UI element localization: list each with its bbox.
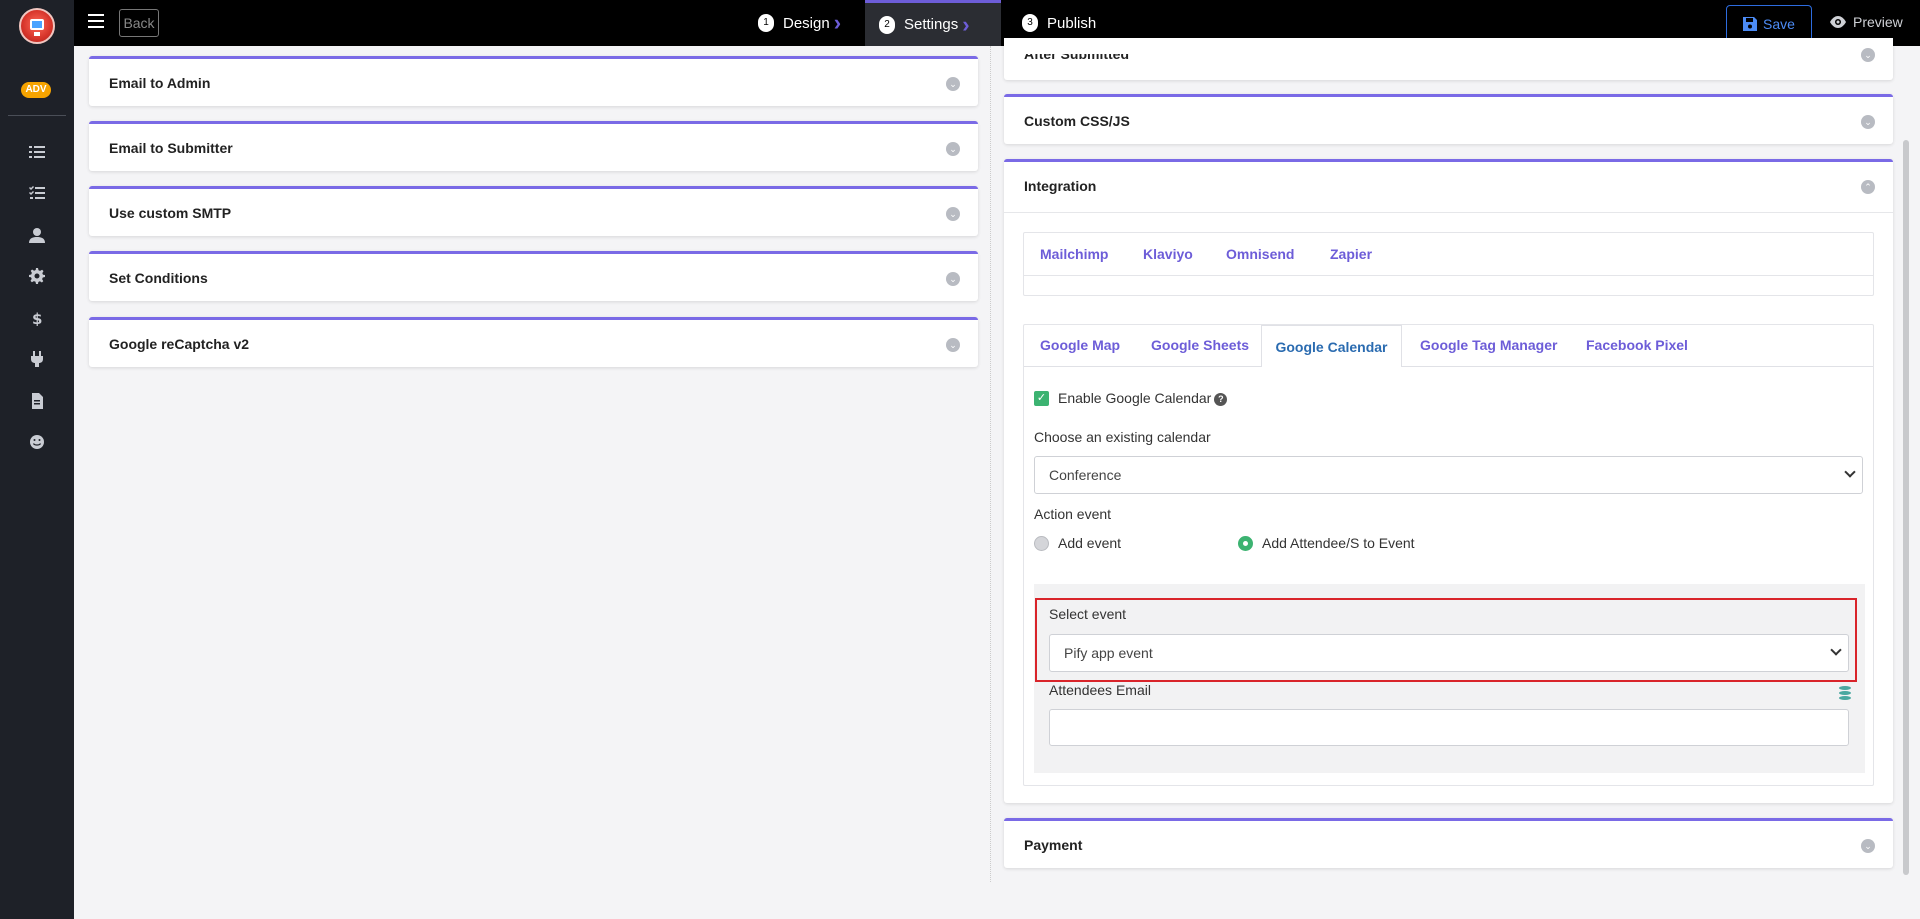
checklist-icon[interactable] bbox=[28, 184, 46, 202]
panel-payment[interactable]: Payment ⌄ bbox=[1004, 818, 1893, 868]
panel-title: Set Conditions bbox=[109, 270, 208, 286]
chevron-down-icon bbox=[1830, 644, 1842, 656]
tab-facebook-pixel[interactable]: Facebook Pixel bbox=[1586, 337, 1688, 353]
panel-title: Integration bbox=[1024, 178, 1097, 194]
panel-after-submitted[interactable]: After Submitted ⌄ bbox=[1004, 38, 1893, 80]
app-logo[interactable] bbox=[19, 8, 55, 44]
chevron-down-icon bbox=[1844, 466, 1856, 478]
attendees-email-label: Attendees Email bbox=[1049, 682, 1151, 698]
chevron-right-icon: › bbox=[833, 10, 842, 35]
step-number: 3 bbox=[1022, 14, 1038, 32]
dollar-icon[interactable]: $ bbox=[28, 309, 46, 327]
calendar-select[interactable]: Conference bbox=[1034, 456, 1863, 494]
step-design[interactable]: 1 Design › bbox=[758, 0, 878, 46]
panel-title: Email to Admin bbox=[109, 75, 211, 91]
svg-text:$: $ bbox=[32, 310, 42, 326]
tab-google-sheets[interactable]: Google Sheets bbox=[1151, 337, 1249, 353]
panel-title: Google reCaptcha v2 bbox=[109, 336, 250, 352]
gear-icon[interactable] bbox=[28, 267, 46, 285]
step-number: 1 bbox=[758, 14, 774, 32]
chevron-down-icon[interactable]: ⌄ bbox=[946, 338, 960, 352]
preview-button[interactable]: Preview bbox=[1829, 12, 1903, 32]
step-label: Design bbox=[783, 14, 830, 32]
panel-email-to-admin[interactable]: Email to Admin ⌄ bbox=[89, 56, 978, 106]
database-icon[interactable] bbox=[1839, 686, 1851, 702]
left-scroll-track bbox=[990, 46, 994, 882]
sidebar: ADV $ bbox=[0, 0, 74, 919]
step-label: Settings bbox=[904, 16, 959, 33]
tab-klaviyo[interactable]: Klaviyo bbox=[1143, 246, 1193, 262]
panel-title: Email to Submitter bbox=[109, 140, 233, 156]
user-icon[interactable] bbox=[28, 226, 46, 244]
panel-set-conditions[interactable]: Set Conditions ⌄ bbox=[89, 251, 978, 301]
panel-google-recaptcha[interactable]: Google reCaptcha v2 ⌄ bbox=[89, 317, 978, 367]
chevron-down-icon[interactable]: ⌄ bbox=[946, 272, 960, 286]
preview-label: Preview bbox=[1853, 14, 1903, 30]
chevron-down-icon[interactable]: ⌄ bbox=[946, 77, 960, 91]
chevron-right-icon: › bbox=[962, 11, 970, 37]
calendar-select-value: Conference bbox=[1049, 467, 1122, 483]
enable-google-calendar-label: Enable Google Calendar? bbox=[1058, 390, 1228, 406]
tab-omnisend[interactable]: Omnisend bbox=[1226, 246, 1294, 262]
add-attendee-radio[interactable] bbox=[1238, 536, 1253, 551]
adv-badge: ADV bbox=[21, 82, 51, 98]
panel-title: Custom CSS/JS bbox=[1024, 113, 1130, 129]
select-event-label: Select event bbox=[1049, 606, 1127, 622]
add-event-radio[interactable] bbox=[1034, 536, 1049, 551]
panel-use-custom-smtp[interactable]: Use custom SMTP ⌄ bbox=[89, 186, 978, 236]
tab-google-calendar[interactable]: Google Calendar bbox=[1261, 325, 1402, 367]
add-attendee-radio-label: Add Attendee/S to Event bbox=[1262, 535, 1415, 551]
select-event-dropdown[interactable]: Pify app event bbox=[1049, 634, 1849, 672]
step-label: Publish bbox=[1047, 14, 1097, 32]
chevron-down-icon[interactable]: ⌄ bbox=[1861, 115, 1875, 129]
eye-icon bbox=[1830, 16, 1846, 28]
panel-title: Use custom SMTP bbox=[109, 205, 232, 221]
menu-icon[interactable] bbox=[88, 14, 104, 28]
integration-tabs-top: Mailchimp Klaviyo Omnisend Zapier bbox=[1023, 232, 1874, 296]
chevron-down-icon[interactable]: ⌄ bbox=[946, 207, 960, 221]
step-settings[interactable]: 2 Settings › bbox=[865, 0, 1001, 46]
list-icon[interactable] bbox=[28, 143, 46, 161]
event-settings-area: Select event Pify app event Attendees Em… bbox=[1034, 584, 1865, 773]
panel-title: After Submitted bbox=[1024, 46, 1129, 62]
action-event-label: Action event bbox=[1034, 506, 1112, 522]
choose-calendar-label: Choose an existing calendar bbox=[1034, 429, 1211, 445]
panel-integration: Integration ⌃ Mailchimp Klaviyo Omnisend… bbox=[1004, 159, 1893, 803]
document-icon[interactable] bbox=[28, 392, 46, 410]
tab-zapier[interactable]: Zapier bbox=[1330, 246, 1372, 262]
save-label: Save bbox=[1763, 16, 1795, 32]
tab-google-map[interactable]: Google Map bbox=[1040, 337, 1120, 353]
back-button[interactable]: Back bbox=[119, 9, 159, 37]
google-integration-box: Google Map Google Sheets Google Calendar… bbox=[1023, 324, 1874, 786]
tab-google-tag-manager[interactable]: Google Tag Manager bbox=[1420, 337, 1557, 353]
plug-icon[interactable] bbox=[28, 350, 46, 368]
panel-title: Payment bbox=[1024, 837, 1083, 853]
sidebar-divider bbox=[8, 115, 66, 116]
chevron-down-icon[interactable]: ⌄ bbox=[946, 142, 960, 156]
right-scrollbar[interactable] bbox=[1903, 140, 1909, 875]
panel-custom-css-js[interactable]: Custom CSS/JS ⌄ bbox=[1004, 94, 1893, 144]
panel-email-to-submitter[interactable]: Email to Submitter ⌄ bbox=[89, 121, 978, 171]
help-icon[interactable]: ? bbox=[1214, 392, 1228, 406]
step-number: 2 bbox=[879, 15, 895, 34]
chevron-up-icon[interactable]: ⌃ bbox=[1861, 180, 1875, 194]
smile-icon[interactable] bbox=[28, 433, 46, 451]
floppy-disk-icon bbox=[1743, 17, 1758, 31]
select-event-value: Pify app event bbox=[1064, 645, 1153, 661]
chevron-down-icon[interactable]: ⌄ bbox=[1861, 48, 1875, 62]
chevron-down-icon[interactable]: ⌄ bbox=[1861, 839, 1875, 853]
add-event-radio-label: Add event bbox=[1058, 535, 1122, 551]
tab-mailchimp[interactable]: Mailchimp bbox=[1040, 246, 1108, 262]
enable-google-calendar-checkbox[interactable]: ✓ bbox=[1034, 391, 1049, 406]
attendees-email-input[interactable] bbox=[1049, 709, 1849, 746]
enable-label-text: Enable Google Calendar bbox=[1058, 390, 1212, 406]
